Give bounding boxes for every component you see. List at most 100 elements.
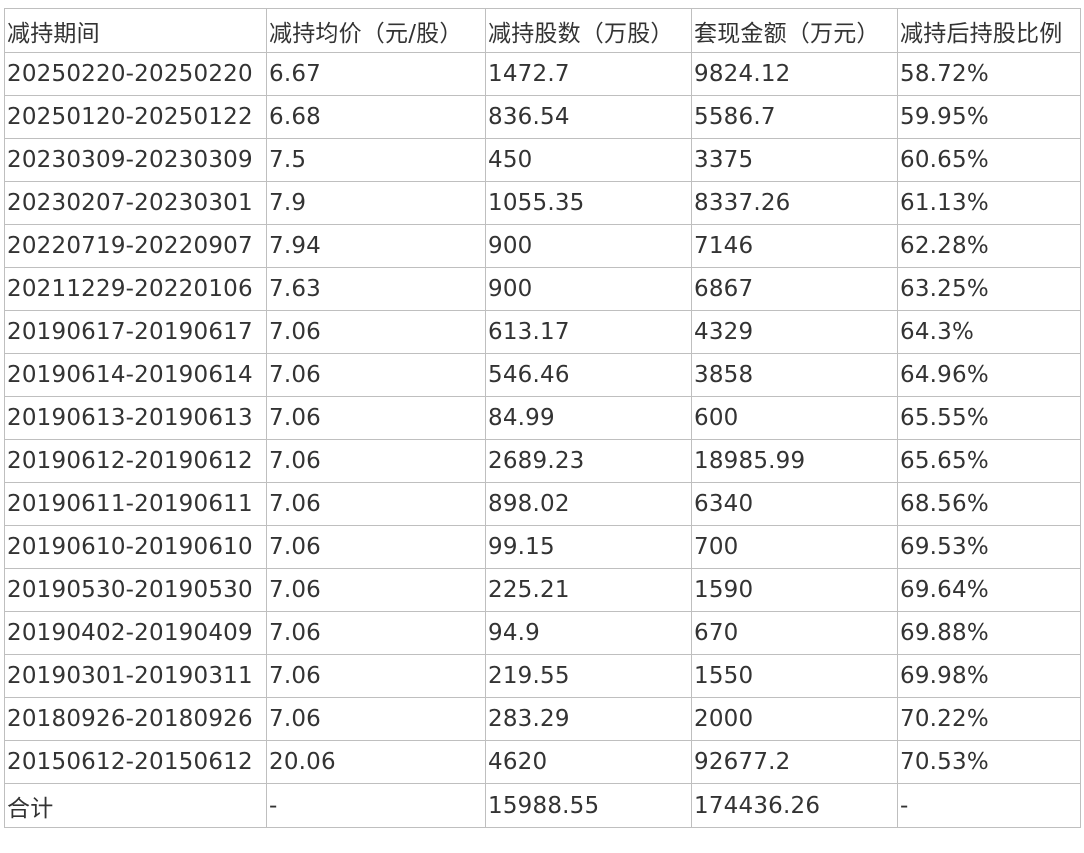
table-row: 20150612-20150612 20.06 4620 92677.2 70.53% bbox=[4, 740, 1081, 784]
reduction-table-container: 减持期间 减持均价（元/股） 减持股数（万股） 套现金额（万元） 减持后持股比例… bbox=[4, 8, 1081, 828]
cell-period: 20230309-20230309 bbox=[4, 138, 267, 182]
cell-shares: 613.17 bbox=[485, 310, 692, 354]
cell-ratio: 60.65% bbox=[897, 138, 1081, 182]
cell-avg-price: 7.94 bbox=[266, 224, 486, 268]
table-row: 20250220-20250220 6.67 1472.7 9824.12 58.72% bbox=[4, 52, 1081, 96]
table-row: 20220719-20220907 7.94 900 7146 62.28% bbox=[4, 224, 1081, 268]
cell-ratio: 59.95% bbox=[897, 95, 1081, 139]
total-ratio: - bbox=[897, 783, 1081, 828]
cell-amount: 3858 bbox=[691, 353, 898, 397]
cell-shares: 99.15 bbox=[485, 525, 692, 569]
cell-avg-price: 6.68 bbox=[266, 95, 486, 139]
cell-amount: 18985.99 bbox=[691, 439, 898, 483]
cell-period: 20230207-20230301 bbox=[4, 181, 267, 225]
cell-period: 20190301-20190311 bbox=[4, 654, 267, 698]
cell-amount: 1590 bbox=[691, 568, 898, 612]
cell-ratio: 63.25% bbox=[897, 267, 1081, 311]
cell-shares: 225.21 bbox=[485, 568, 692, 612]
cell-avg-price: 7.06 bbox=[266, 482, 486, 526]
cell-period: 20190614-20190614 bbox=[4, 353, 267, 397]
cell-ratio: 65.55% bbox=[897, 396, 1081, 440]
cell-shares: 898.02 bbox=[485, 482, 692, 526]
cell-shares: 1055.35 bbox=[485, 181, 692, 225]
cell-avg-price: 7.5 bbox=[266, 138, 486, 182]
cell-period: 20190613-20190613 bbox=[4, 396, 267, 440]
table-row: 20190613-20190613 7.06 84.99 600 65.55% bbox=[4, 396, 1081, 440]
header-ratio: 减持后持股比例 bbox=[897, 8, 1081, 53]
cell-amount: 6867 bbox=[691, 267, 898, 311]
cell-avg-price: 7.06 bbox=[266, 353, 486, 397]
cell-shares: 1472.7 bbox=[485, 52, 692, 96]
cell-amount: 9824.12 bbox=[691, 52, 898, 96]
cell-ratio: 70.22% bbox=[897, 697, 1081, 741]
total-row: 合计 -15988.55 174436.26- bbox=[4, 783, 1081, 828]
cell-ratio: 61.13% bbox=[897, 181, 1081, 225]
table-row: 20180926-20180926 7.06 283.29 2000 70.22% bbox=[4, 697, 1081, 741]
cell-period: 20250120-20250122 bbox=[4, 95, 267, 139]
cell-amount: 2000 bbox=[691, 697, 898, 741]
cell-ratio: 58.72% bbox=[897, 52, 1081, 96]
share-reduction-table: 减持期间 减持均价（元/股） 减持股数（万股） 套现金额（万元） 减持后持股比例… bbox=[4, 8, 1081, 828]
cell-ratio: 69.88% bbox=[897, 611, 1081, 655]
cell-shares: 94.9 bbox=[485, 611, 692, 655]
cell-period: 20220719-20220907 bbox=[4, 224, 267, 268]
cell-amount: 1550 bbox=[691, 654, 898, 698]
cell-amount: 6340 bbox=[691, 482, 898, 526]
header-shares: 减持股数（万股） bbox=[485, 8, 692, 53]
table-row: 20230309-20230309 7.5 450 3375 60.65% bbox=[4, 138, 1081, 182]
cell-avg-price: 7.06 bbox=[266, 525, 486, 569]
cell-amount: 600 bbox=[691, 396, 898, 440]
total-shares: 15988.55 bbox=[485, 783, 692, 828]
table-row: 20190611-20190611 7.06 898.02 6340 68.56% bbox=[4, 482, 1081, 526]
cell-ratio: 69.64% bbox=[897, 568, 1081, 612]
table-header-row: 减持期间 减持均价（元/股） 减持股数（万股） 套现金额（万元） 减持后持股比例 bbox=[4, 8, 1081, 53]
table-row: 20250120-20250122 6.68 836.54 5586.7 59.95% bbox=[4, 95, 1081, 139]
cell-period: 20180926-20180926 bbox=[4, 697, 267, 741]
table-row: 20190402-20190409 7.06 94.9 670 69.88% bbox=[4, 611, 1081, 655]
cell-ratio: 70.53% bbox=[897, 740, 1081, 784]
cell-shares: 84.99 bbox=[485, 396, 692, 440]
cell-amount: 5586.7 bbox=[691, 95, 898, 139]
cell-ratio: 69.98% bbox=[897, 654, 1081, 698]
cell-ratio: 69.53% bbox=[897, 525, 1081, 569]
cell-shares: 219.55 bbox=[485, 654, 692, 698]
cell-period: 20190617-20190617 bbox=[4, 310, 267, 354]
cell-shares: 4620 bbox=[485, 740, 692, 784]
cell-ratio: 64.3% bbox=[897, 310, 1081, 354]
total-amount: 174436.26 bbox=[691, 783, 898, 828]
header-avg-price: 减持均价（元/股） bbox=[266, 8, 486, 53]
cell-avg-price: 7.06 bbox=[266, 611, 486, 655]
cell-avg-price: 6.67 bbox=[266, 52, 486, 96]
cell-ratio: 62.28% bbox=[897, 224, 1081, 268]
cell-avg-price: 7.06 bbox=[266, 568, 486, 612]
cell-avg-price: 20.06 bbox=[266, 740, 486, 784]
cell-ratio: 64.96% bbox=[897, 353, 1081, 397]
total-avg-price: - bbox=[266, 783, 486, 828]
cell-period: 20190530-20190530 bbox=[4, 568, 267, 612]
cell-period: 20250220-20250220 bbox=[4, 52, 267, 96]
cell-period: 20190402-20190409 bbox=[4, 611, 267, 655]
table-row: 20190301-20190311 7.06 219.55 1550 69.98% bbox=[4, 654, 1081, 698]
cell-amount: 3375 bbox=[691, 138, 898, 182]
table-row: 20230207-20230301 7.9 1055.35 8337.26 61.13% bbox=[4, 181, 1081, 225]
header-amount: 套现金额（万元） bbox=[691, 8, 898, 53]
cell-shares: 2689.23 bbox=[485, 439, 692, 483]
cell-shares: 900 bbox=[485, 224, 692, 268]
cell-amount: 700 bbox=[691, 525, 898, 569]
table-row: 20190614-20190614 7.06 546.46 3858 64.96% bbox=[4, 353, 1081, 397]
table-row: 20211229-20220106 7.63 900 6867 63.25% bbox=[4, 267, 1081, 311]
header-period: 减持期间 bbox=[4, 8, 267, 53]
cell-avg-price: 7.06 bbox=[266, 310, 486, 354]
cell-amount: 4329 bbox=[691, 310, 898, 354]
cell-amount: 92677.2 bbox=[691, 740, 898, 784]
cell-shares: 900 bbox=[485, 267, 692, 311]
table-row: 20190617-20190617 7.06 613.17 4329 64.3% bbox=[4, 310, 1081, 354]
table-row: 20190612-20190612 7.06 2689.23 18985.99 65.6… bbox=[4, 439, 1081, 483]
cell-shares: 283.29 bbox=[485, 697, 692, 741]
cell-period: 20190610-20190610 bbox=[4, 525, 267, 569]
cell-amount: 7146 bbox=[691, 224, 898, 268]
cell-avg-price: 7.06 bbox=[266, 439, 486, 483]
table-row: 20190530-20190530 7.06 225.21 1590 69.64% bbox=[4, 568, 1081, 612]
table-row: 20190610-20190610 7.06 99.15 700 69.53% bbox=[4, 525, 1081, 569]
cell-period: 20190611-20190611 bbox=[4, 482, 267, 526]
